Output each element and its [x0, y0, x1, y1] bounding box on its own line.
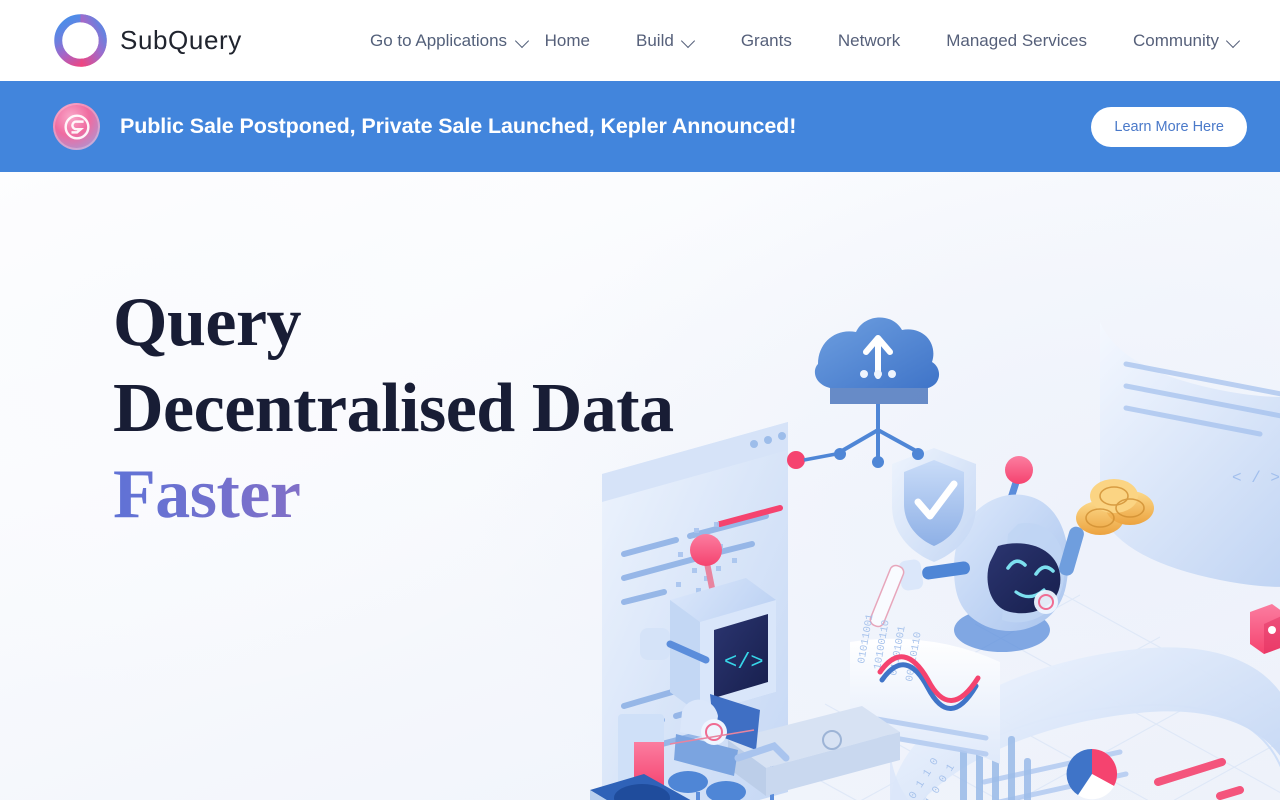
nav-go-to-applications[interactable]: Go to Applications [370, 31, 529, 51]
nav-item-build[interactable]: Build [613, 31, 718, 51]
nav-go-to-applications-label: Go to Applications [370, 30, 508, 50]
nav-item-grants-label: Grants [740, 30, 792, 50]
nav-item-network-label: Network [837, 30, 901, 50]
nav-item-home[interactable]: Home [522, 31, 613, 51]
site-header: SubQuery Go to Applications Home Build G… [0, 0, 1280, 81]
svg-text:</>: </> [724, 650, 764, 675]
nav-item-home-label: Home [544, 30, 591, 50]
announcement-banner: Public Sale Postponed, Private Sale Laun… [0, 81, 1280, 172]
page-title: Query Decentralised Data Faster [113, 280, 674, 538]
chevron-down-icon [682, 35, 695, 48]
hero-title-accent: Faster [113, 452, 674, 538]
subquery-logo-icon [54, 14, 107, 67]
nav-item-managed-services-label: Managed Services [946, 30, 1088, 50]
svg-text:< / >: < / > [1232, 469, 1280, 487]
hero-section: Query Decentralised Data Faster < / > 0 … [0, 172, 1280, 800]
nav-item-grants[interactable]: Grants [718, 31, 815, 51]
nav-item-community-label: Community [1133, 30, 1219, 50]
subquery-circle-badge-icon [53, 103, 100, 150]
nav-item-managed-services[interactable]: Managed Services [923, 31, 1110, 51]
learn-more-button[interactable]: Learn More Here [1091, 106, 1247, 147]
chevron-down-icon [1227, 35, 1240, 48]
nav-item-network[interactable]: Network [815, 31, 923, 51]
announcement-message: Public Sale Postponed, Private Sale Laun… [120, 114, 797, 138]
brand-name: SubQuery [120, 25, 242, 55]
primary-navigation: Home Build Grants Network Managed Servic… [545, 31, 1250, 51]
nav-item-community[interactable]: Community [1110, 31, 1250, 51]
nav-item-build-label: Build [636, 30, 674, 50]
hero-title-line-1: Query [113, 284, 302, 361]
brand-logo-link[interactable]: SubQuery [54, 14, 242, 67]
hero-title-line-2: Decentralised Data [113, 370, 674, 447]
